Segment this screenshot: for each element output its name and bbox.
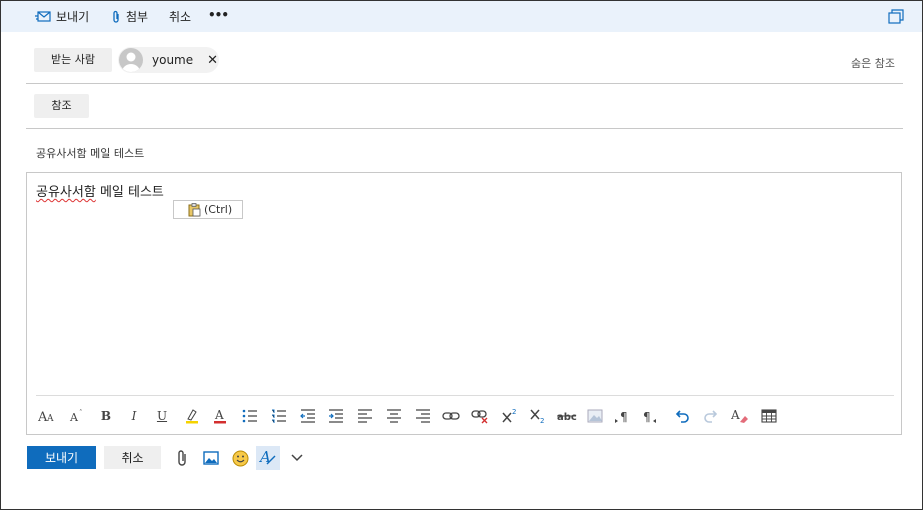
send-toolbar-button[interactable]: 보내기 xyxy=(35,8,89,25)
bold-icon[interactable]: B xyxy=(95,405,117,427)
underline-icon[interactable]: U xyxy=(151,405,173,427)
insert-table-icon[interactable] xyxy=(758,405,780,427)
remove-recipient-icon[interactable]: ✕ xyxy=(207,53,218,68)
align-center-icon[interactable] xyxy=(383,405,405,427)
svg-text:2: 2 xyxy=(540,417,544,424)
svg-text:abc: abc xyxy=(557,412,577,422)
align-left-icon[interactable] xyxy=(354,405,376,427)
bullets-icon[interactable] xyxy=(239,405,261,427)
highlight-icon[interactable] xyxy=(181,405,203,427)
attach-toolbar-button[interactable]: 첨부 xyxy=(111,8,148,25)
ltr-icon[interactable]: ¶ xyxy=(612,405,634,427)
numbering-icon[interactable] xyxy=(268,405,290,427)
bcc-link[interactable]: 숨은 참조 xyxy=(851,55,895,71)
remove-link-icon[interactable] xyxy=(469,405,491,427)
more-compose-options-button[interactable] xyxy=(285,446,309,470)
divider xyxy=(36,395,894,396)
paste-options-button[interactable]: (Ctrl) xyxy=(173,200,243,219)
svg-text:¶: ¶ xyxy=(643,410,651,423)
divider xyxy=(26,128,903,129)
decrease-indent-icon[interactable] xyxy=(297,405,319,427)
person-icon xyxy=(122,52,140,72)
pop-out-button[interactable] xyxy=(888,9,904,28)
recipient-chip[interactable]: youme ✕ xyxy=(118,47,219,73)
more-options-icon: ••• xyxy=(208,8,229,22)
format-text-icon: A xyxy=(259,449,276,466)
cc-button[interactable]: 참조 xyxy=(34,94,89,118)
insert-picture-icon[interactable] xyxy=(584,405,606,427)
avatar xyxy=(119,48,143,72)
command-bar: 보내기 첨부 취소 ••• xyxy=(1,1,922,32)
paperclip-icon xyxy=(178,450,186,466)
divider xyxy=(26,83,903,84)
attach-toolbar-label: 첨부 xyxy=(126,10,149,24)
discard-toolbar-label: 취소 xyxy=(169,10,192,24)
message-body-text[interactable]: 공유사서함 메일 테스트 xyxy=(36,181,164,200)
body-text-rest: 메일 테스트 xyxy=(95,185,164,200)
svg-text:2: 2 xyxy=(512,408,516,416)
format-text-button[interactable]: A xyxy=(256,446,280,470)
send-button[interactable]: 보내기 xyxy=(27,446,96,469)
misspelled-word[interactable]: 공유사서함 xyxy=(36,185,96,200)
italic-icon[interactable]: I xyxy=(123,405,145,427)
to-button[interactable]: 받는 사람 xyxy=(34,48,112,72)
emoji-button[interactable] xyxy=(228,446,252,470)
superscript-icon[interactable]: 2 xyxy=(498,405,520,427)
svg-text:A: A xyxy=(46,414,54,423)
discard-toolbar-button[interactable]: 취소 xyxy=(169,8,191,25)
font-size-icon[interactable]: AA xyxy=(36,405,58,427)
redo-icon[interactable] xyxy=(700,405,722,427)
discard-button[interactable]: 취소 xyxy=(104,446,161,469)
align-right-icon[interactable] xyxy=(412,405,434,427)
send-mail-icon xyxy=(35,10,51,22)
svg-text:ˆ: ˆ xyxy=(79,409,83,417)
strikethrough-icon[interactable]: abc xyxy=(556,405,578,427)
svg-text:A: A xyxy=(731,408,740,422)
paste-options-label: (Ctrl) xyxy=(204,203,233,216)
insert-link-icon[interactable] xyxy=(440,405,462,427)
svg-text:A: A xyxy=(69,411,79,423)
pop-out-icon xyxy=(888,9,904,24)
subscript-icon[interactable]: 2 xyxy=(526,405,548,427)
clear-formatting-icon[interactable]: A xyxy=(729,405,751,427)
svg-text:A: A xyxy=(214,408,224,422)
recipient-name: youme xyxy=(152,53,194,67)
emoji-icon xyxy=(232,450,248,466)
subject-field[interactable]: 공유사서함 메일 테스트 xyxy=(36,145,144,161)
svg-text:¶: ¶ xyxy=(620,410,628,423)
insert-image-button[interactable] xyxy=(199,446,223,470)
attach-button[interactable] xyxy=(170,446,194,470)
image-icon xyxy=(203,451,219,465)
more-options-button[interactable]: ••• xyxy=(208,8,229,22)
rtl-icon[interactable]: ¶ xyxy=(640,405,662,427)
increase-indent-icon[interactable] xyxy=(325,405,347,427)
clipboard-icon xyxy=(188,202,201,216)
send-toolbar-label: 보내기 xyxy=(56,10,90,24)
chevron-down-icon xyxy=(291,454,303,462)
paperclip-icon xyxy=(113,10,119,23)
undo-icon[interactable] xyxy=(671,405,693,427)
font-color-icon[interactable]: A xyxy=(209,405,231,427)
grow-font-icon[interactable]: Aˆ xyxy=(66,405,88,427)
svg-text:A: A xyxy=(259,449,271,466)
